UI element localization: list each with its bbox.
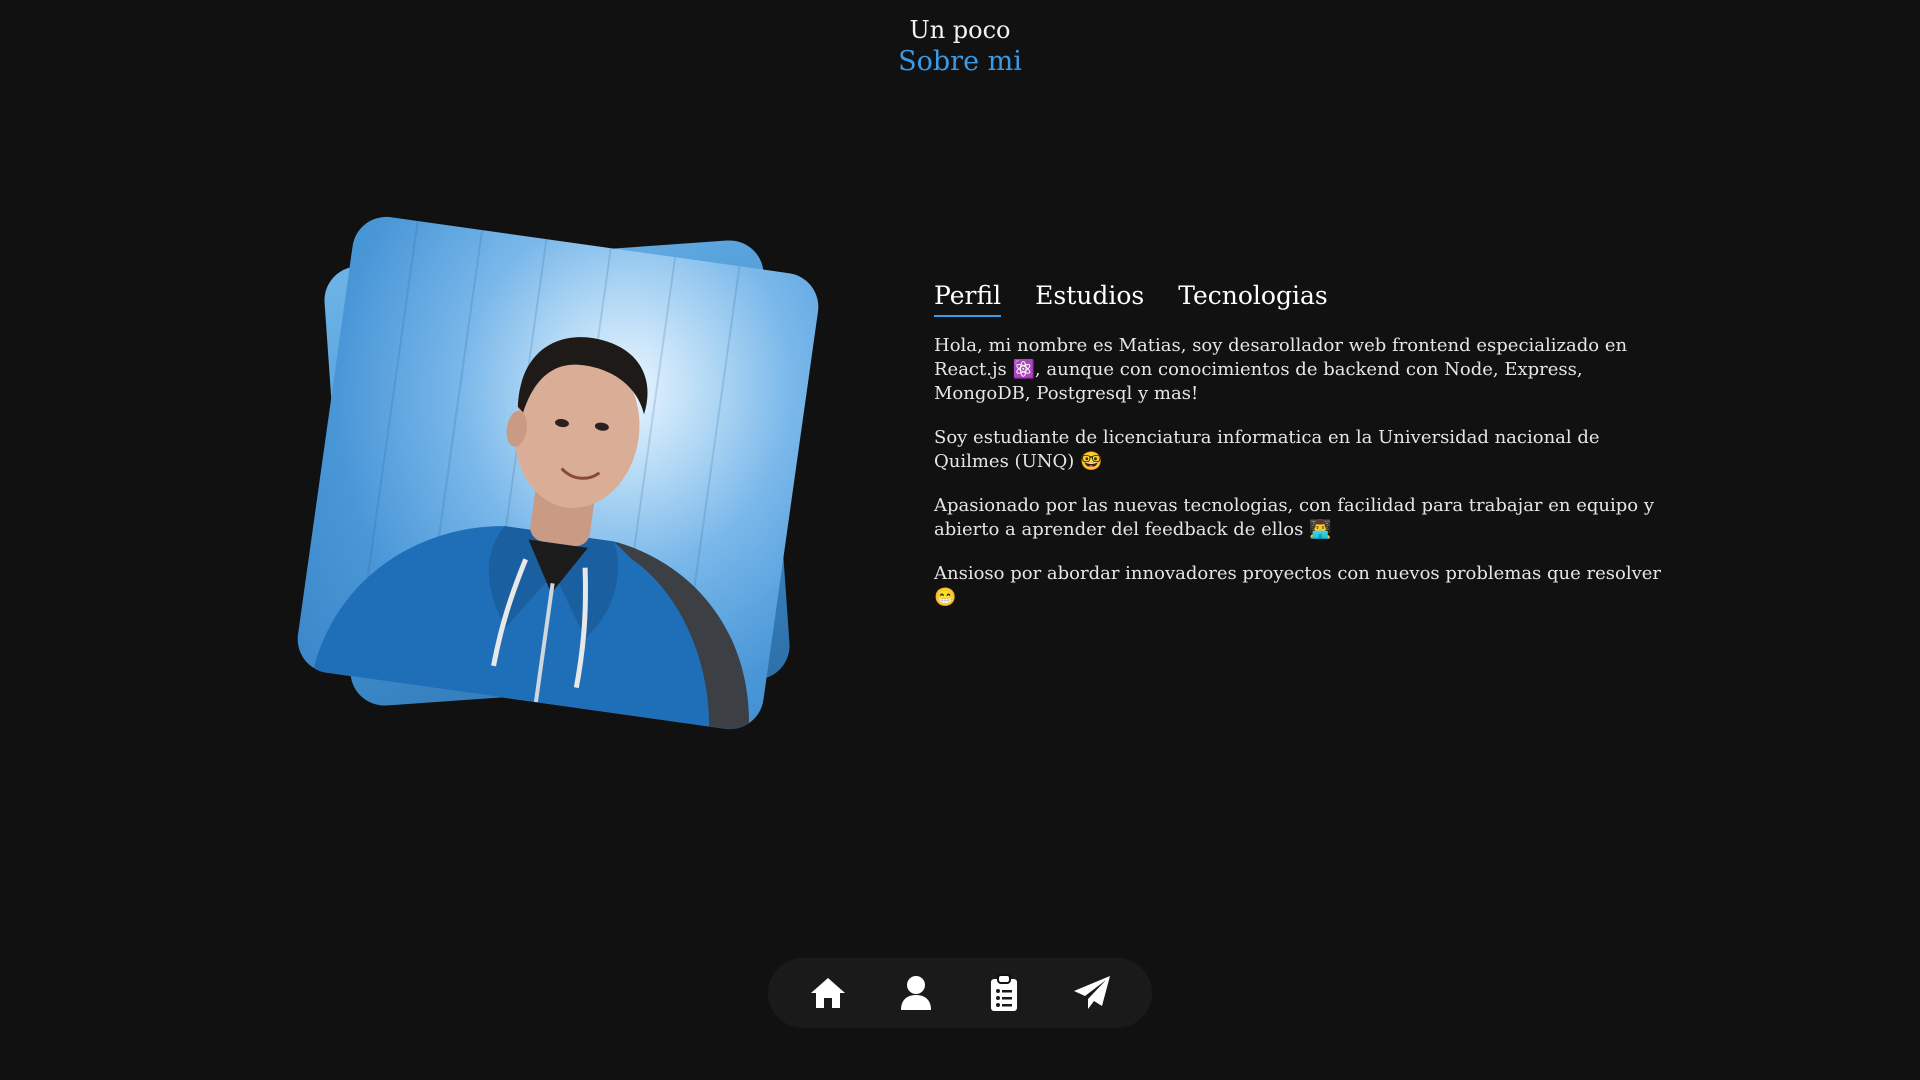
profile-photo xyxy=(293,212,823,734)
profile-paragraph-teamwork: Apasionado por las nuevas tecnologias, c… xyxy=(934,495,1654,540)
section-title: Sobre mi xyxy=(898,46,1022,77)
profile-photo-stack xyxy=(293,212,823,735)
tab-tecnologias[interactable]: Tecnologias xyxy=(1178,279,1327,317)
section-header: Un poco Sobre mi xyxy=(0,14,1920,78)
profile-paragraph-intro: Hola, mi nombre es Matias, soy desarolla… xyxy=(934,335,1628,404)
profile-content: Hola, mi nombre es Matias, soy desarolla… xyxy=(934,334,1664,630)
nav-about-button[interactable] xyxy=(888,965,944,1021)
profile-paragraph-studies: Soy estudiante de licenciatura informati… xyxy=(934,427,1600,472)
bottom-navigation xyxy=(768,958,1152,1028)
tab-perfil[interactable]: Perfil xyxy=(934,279,1002,317)
nav-contact-button[interactable] xyxy=(1064,965,1120,1021)
user-icon xyxy=(901,976,931,1010)
home-icon xyxy=(811,978,845,1008)
tab-estudios[interactable]: Estudios xyxy=(1035,279,1144,317)
paper-plane-icon xyxy=(1074,976,1110,1009)
person-illustration xyxy=(313,337,749,733)
nav-projects-button[interactable] xyxy=(976,965,1032,1021)
about-tabs: Perfil Estudios Tecnologias xyxy=(934,279,1328,317)
nav-home-button[interactable] xyxy=(800,965,856,1021)
clipboard-list-icon xyxy=(991,974,1017,1011)
section-subtitle: Un poco xyxy=(909,16,1011,44)
profile-paragraph-goals: Ansioso por abordar innovadores proyecto… xyxy=(934,563,1662,608)
